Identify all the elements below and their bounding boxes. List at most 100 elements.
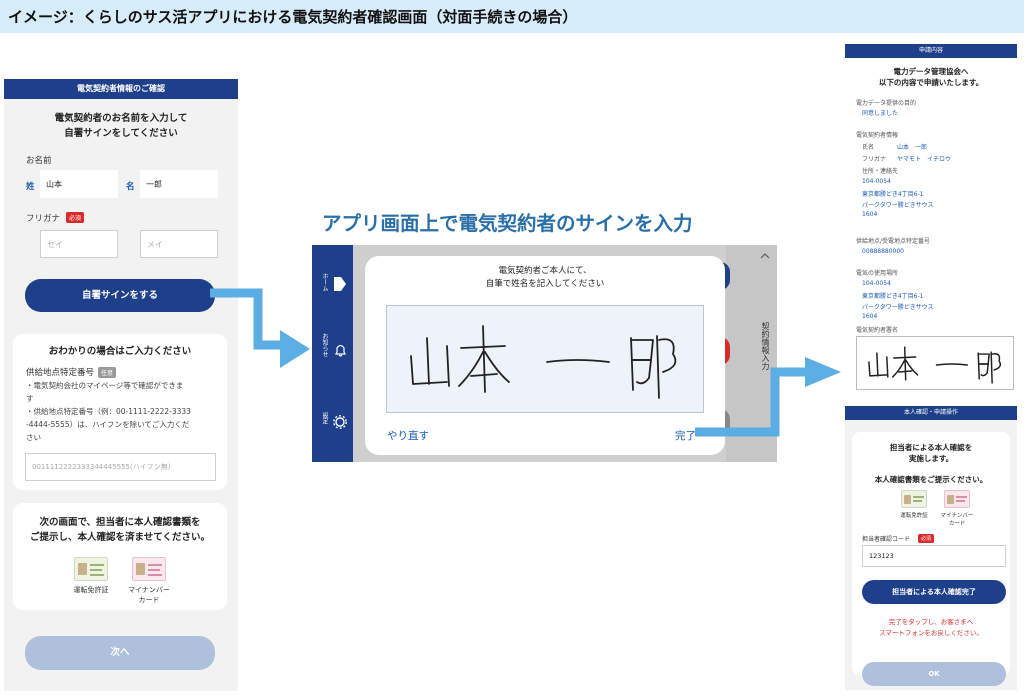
id-notice-text: 次の画面で、担当者に本人確認書類を ご提示し、本人確認を済ませてください。 — [13, 515, 227, 545]
header-banner: イメージ：くらしのサス活アプリにおける電気契約者確認画面（対面手続きの場合） — [0, 0, 1024, 33]
supply-point-input[interactable]: 0011112222333344445555(ハイフン無) — [25, 453, 216, 481]
intro-line: 以下の内容で申請いたします。 — [878, 78, 984, 87]
sei-kana-input[interactable]: セイ — [40, 230, 118, 258]
sidebar-item-news[interactable]: お知らせ — [312, 323, 353, 379]
note-line: ・電気契約会社のマイページ等で確認ができま — [26, 381, 184, 390]
mei-input[interactable]: 一郎 — [140, 170, 218, 198]
sidebar-item-label: ホーム — [321, 273, 328, 291]
identity-section-header: 本人確認・申請操作 — [845, 406, 1017, 420]
sidebar-item-home[interactable]: ホーム — [312, 257, 353, 313]
home-icon — [334, 277, 346, 291]
tablet-sidebar: ホーム お知らせ 設定 — [312, 245, 353, 462]
required-badge: 必須 — [66, 212, 85, 223]
supply-point-notes: ・電気契約会社のマイページ等で確認ができま す ・供給地点特定番号（例：00-1… — [26, 379, 226, 444]
usage-line: 104-0054 — [862, 280, 891, 287]
note-line: す — [26, 394, 34, 403]
signature-preview — [856, 336, 1014, 390]
staff-line: 実施します。 — [908, 454, 954, 463]
flow-arrow-1 — [210, 288, 310, 368]
furigana-label: フリガナ — [26, 214, 61, 224]
redo-button[interactable]: やり直す — [387, 428, 429, 443]
flow-arrow-2 — [695, 357, 841, 437]
right-phone-screen: 申請内容 電力データ管理協会へ 以下の内容で申請いたします。 電力データ提供の目… — [845, 44, 1017, 690]
id-notice-line: 次の画面で、担当者に本人確認書類を — [39, 517, 201, 528]
dialog-line: 自筆で姓名を記入してください — [485, 279, 605, 289]
note-line: ・供給地点特定番号（例：00-1111-2222-3333 — [26, 407, 191, 416]
kana-row-value: ヤマモト イチロウ — [897, 156, 952, 163]
usage-line: 東京都勝どき4丁目6-1 — [862, 293, 924, 300]
signature-image — [868, 346, 1002, 384]
mei-kana-input[interactable]: メイ — [140, 230, 218, 258]
sei-label: 姓 — [26, 182, 35, 192]
ok-button[interactable]: OK — [862, 662, 1006, 686]
chevron-up-icon[interactable] — [760, 252, 770, 260]
handwritten-signature — [410, 325, 677, 399]
usage-line: パークタワー勝どきサウス — [862, 304, 934, 311]
present-docs-text: 本人確認書類をご提示ください。 — [874, 475, 988, 484]
dialog-line: 電気契約者ご本人にて、 — [498, 266, 592, 276]
sign-instruction: 電気契約者のお名前を入力して 自署サインをしてください — [4, 111, 238, 141]
kana-row-label: フリガナ — [862, 156, 887, 163]
note-line: さい — [26, 433, 41, 442]
my-number-caption: マイナンバー カード — [932, 512, 982, 528]
bell-icon — [335, 344, 346, 357]
instruction-line: 電気契約者のお名前を入力して — [54, 113, 188, 124]
drivers-license-icon — [901, 490, 927, 508]
sidebar-item-settings[interactable]: 設定 — [312, 395, 353, 451]
banner-title: イメージ：くらしのサス活アプリにおける電気契約者確認画面（対面手続きの場合） — [8, 8, 578, 26]
name-label: お名前 — [26, 156, 52, 166]
usage-place-label: 電気の使用場所 — [856, 270, 899, 277]
caption-line: マイナンバー — [940, 513, 974, 519]
sidebar-item-label: お知らせ — [321, 333, 328, 357]
usage-line: 1604 — [862, 313, 878, 320]
sign-button[interactable]: 自署サインをする — [25, 279, 215, 312]
done-button[interactable]: 完了 — [675, 428, 696, 443]
return-phone-note: 完了をタップし、お客さまへ スマートフォンをお戻しください。 — [845, 617, 1017, 639]
address-line: 東京都勝どき4丁目6-1 — [862, 191, 924, 198]
name-row-value: 山本 一郎 — [897, 144, 928, 151]
sidebar-item-label: 設定 — [321, 412, 328, 424]
note-line: -4444-5555）は、ハイフンを除いてご入力くだ — [26, 420, 190, 429]
supply-point-label-text: 供給地点特定番号 — [26, 368, 95, 378]
name-row-label: 氏名 — [862, 144, 875, 151]
my-number-caption: マイナンバー カード — [119, 585, 179, 605]
optional-badge: 任意 — [98, 367, 117, 378]
staff-verify-complete-button[interactable]: 担当者による本人確認完了 — [862, 580, 1006, 604]
instruction-line: 自署サインをしてください — [64, 128, 178, 139]
left-phone-screen: 電気契約者情報のご確認 電気契約者のお名前を入力して 自署サインをしてください … — [4, 79, 238, 691]
purpose-label: 電力データ提供の目的 — [856, 100, 917, 107]
my-number-card-icon — [944, 490, 970, 508]
left-screen-header: 電気契約者情報のご確認 — [4, 79, 238, 99]
signature-label: 電気契約者署名 — [856, 327, 899, 334]
staff-code-label: 担当者確認コード — [862, 536, 911, 543]
address-line: パークタワー勝どきサウス — [862, 202, 934, 209]
staff-line: 担当者による本人確認を — [889, 443, 973, 452]
caption-line: カード — [138, 596, 160, 604]
purpose-value: 同意しました — [862, 110, 899, 117]
required-badge: 必須 — [918, 534, 935, 543]
drivers-license-icon — [74, 557, 108, 581]
sei-input[interactable]: 山本 — [40, 170, 118, 198]
my-number-card-icon — [132, 557, 166, 581]
address-line: 104-0054 — [862, 178, 891, 185]
address-line: 1604 — [862, 211, 878, 218]
center-title: アプリ画面上で電気契約者のサインを入力 — [322, 212, 693, 235]
next-button[interactable]: 次へ — [25, 636, 215, 670]
drivers-license-caption: 運転免許証 — [73, 586, 109, 594]
signature-pad[interactable] — [386, 305, 704, 413]
application-intro: 電力データ管理協会へ 以下の内容で申請いたします。 — [845, 66, 1017, 88]
mei-label: 名 — [126, 182, 135, 192]
signature-dialog-message: 電気契約者ご本人にて、 自筆で姓名を記入してください — [365, 265, 725, 291]
note-line: 完了をタップし、お客さまへ — [888, 618, 974, 626]
application-header: 申請内容 — [845, 44, 1017, 58]
id-notice-line: ご提示し、本人確認を済ませてください。 — [30, 532, 210, 543]
caption-line: マイナンバー — [128, 586, 170, 594]
staff-code-input[interactable]: 123123 — [862, 545, 1006, 567]
staff-verify-text: 担当者による本人確認を 実施します。 — [845, 442, 1017, 464]
address-label: 住所・連絡先 — [862, 168, 899, 175]
gear-icon — [333, 415, 347, 429]
caption-line: カード — [948, 521, 966, 527]
contract-info-label: 電気契約者情報 — [856, 132, 899, 139]
intro-line: 電力データ管理協会へ — [893, 67, 969, 76]
optional-info-title: おわかりの場合はご入力ください — [48, 346, 192, 357]
